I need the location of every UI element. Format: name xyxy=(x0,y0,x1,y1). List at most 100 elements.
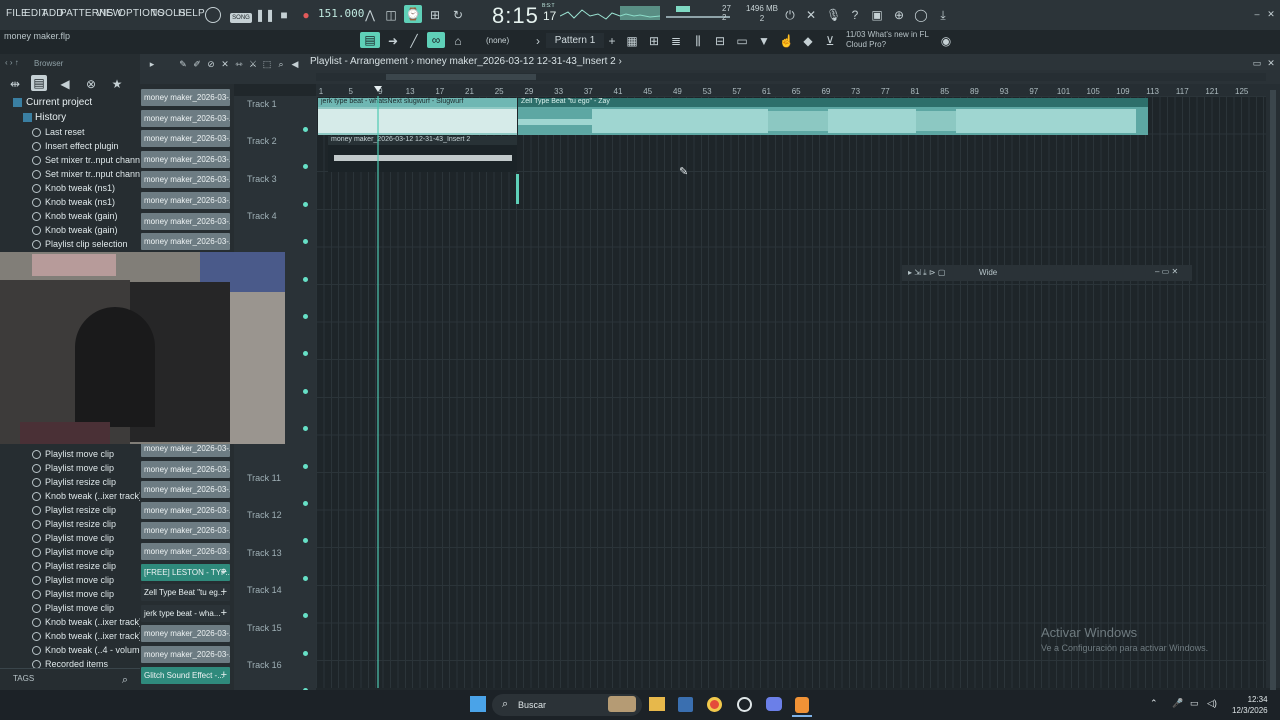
file-icon[interactable]: ▭ xyxy=(735,34,749,48)
draw-tool-icon[interactable]: ╱ xyxy=(407,34,421,48)
track-mute-led[interactable] xyxy=(303,501,308,506)
browser-icon[interactable]: ⊟ xyxy=(713,34,727,48)
playlist-menu-icon[interactable]: ▸ xyxy=(145,57,159,71)
picker-clip-item[interactable]: money maker_2026-03-... xyxy=(141,625,230,643)
discord-icon[interactable] xyxy=(766,697,782,711)
metronome-icon[interactable]: ⋀ xyxy=(363,8,377,22)
add-clip-icon[interactable]: + xyxy=(221,667,227,684)
history-item[interactable]: Playlist resize clip xyxy=(45,561,116,571)
track-mute-led[interactable] xyxy=(303,201,308,207)
playlist-close-icon[interactable]: ✕ xyxy=(1264,56,1278,70)
playback-tool-icon[interactable]: ◀ xyxy=(288,57,302,71)
tempo-tap-icon[interactable]: ◆ xyxy=(801,34,815,48)
step-edit-icon[interactable]: ⊞ xyxy=(428,8,442,22)
browser-star-icon[interactable]: ★ xyxy=(110,77,124,91)
plugin-icon[interactable]: ⊕ xyxy=(892,8,906,22)
audio-clip[interactable]: jerk type beat - whatsNext slugwurf - Sl… xyxy=(318,98,517,135)
steam-icon[interactable] xyxy=(737,697,752,712)
save-icon[interactable]: ▣ xyxy=(870,8,884,22)
picker-clip-item[interactable]: [FREE] LESTON - TYP... + xyxy=(141,563,230,581)
record-icon[interactable]: ● xyxy=(299,8,313,22)
mute-tool-icon[interactable]: ✕ xyxy=(218,57,232,71)
touch-icon[interactable]: ☝ xyxy=(779,34,794,48)
pattern-prev-icon[interactable]: › xyxy=(531,34,545,48)
news-panel[interactable]: 11/03 What's new in FL Cloud Pro? xyxy=(846,30,929,50)
song-position-clock[interactable]: 8:15 xyxy=(492,3,539,29)
zoom-tool-icon[interactable]: ⌕ xyxy=(274,57,288,71)
add-clip-icon[interactable]: + xyxy=(221,564,227,581)
microphone-icon[interactable]: 🎙 xyxy=(826,8,841,22)
picker-clip-item[interactable]: money maker_2026-03-... xyxy=(141,130,230,148)
track-name[interactable]: Track 13 xyxy=(247,548,282,558)
globe-icon[interactable]: ◉ xyxy=(939,34,953,48)
add-pattern-icon[interactable]: + xyxy=(605,34,619,48)
history-item[interactable]: Knob tweak (gain) xyxy=(45,225,118,235)
history-item[interactable]: Playlist resize clip xyxy=(45,505,116,515)
chrome-icon[interactable] xyxy=(707,697,722,712)
history-item[interactable]: Knob tweak (..4 - volume) xyxy=(45,645,148,655)
history-item[interactable]: Playlist move clip xyxy=(45,603,114,613)
picker-clip-item[interactable]: money maker_2026-03-... xyxy=(141,150,230,168)
history-item[interactable]: Knob tweak (gain) xyxy=(45,211,118,221)
add-clip-icon[interactable]: + xyxy=(221,584,227,601)
history-item[interactable]: Set mixer tr..nput channel xyxy=(45,155,147,165)
mixer-icon[interactable]: ⫼ xyxy=(691,34,705,48)
vertical-scroll-thumb[interactable] xyxy=(1270,90,1276,690)
plugin-window-bar[interactable] xyxy=(902,265,1192,281)
playlist-icon[interactable]: ≣ xyxy=(669,34,683,48)
snap-selector[interactable]: (none) xyxy=(486,36,509,45)
mixer-link-icon[interactable]: ✕ xyxy=(804,8,818,22)
track-mute-led[interactable] xyxy=(303,575,308,581)
help-icon[interactable]: ? xyxy=(848,8,862,22)
history-item[interactable]: Insert effect plugin xyxy=(45,141,118,151)
pencil-tool-icon[interactable]: ✎ xyxy=(176,57,190,71)
brush-tool-icon[interactable]: ✐ xyxy=(190,57,204,71)
browser-plugin-icon[interactable]: ⊗ xyxy=(84,77,98,91)
audio-clip[interactable]: Zell Type Beat "tu ego" - Zay xyxy=(518,98,1148,135)
network-icon[interactable]: ▭ xyxy=(1190,698,1199,709)
download-icon[interactable]: ⤓ xyxy=(936,8,950,22)
delete-tool-icon[interactable]: ⊘ xyxy=(204,57,218,71)
playlist-maximize-icon[interactable]: ▭ xyxy=(1250,56,1264,70)
widgets-icon[interactable] xyxy=(608,696,636,712)
track-mute-led[interactable] xyxy=(303,463,308,469)
countdown-icon[interactable]: ⌚ xyxy=(404,5,422,23)
playlist-view-icon[interactable]: ▤ xyxy=(360,32,380,48)
picker-clip-item[interactable]: money maker_2026-03-... xyxy=(141,89,230,106)
history-item[interactable]: Playlist resize clip xyxy=(45,477,116,487)
history-item[interactable]: Playlist move clip xyxy=(45,449,114,459)
loop-record-icon[interactable]: ↻ xyxy=(451,8,465,22)
picker-clip-item[interactable]: money maker_2026-03-... xyxy=(141,171,230,189)
history-item[interactable]: Playlist resize clip xyxy=(45,519,116,529)
stop-icon[interactable]: ■ xyxy=(277,8,291,22)
picker-clip-item[interactable]: Zell Type Beat "tu eg... + xyxy=(141,584,230,602)
tray-chevron-icon[interactable]: ⌃ xyxy=(1150,698,1158,709)
cpu-icon[interactable]: ⏻ xyxy=(783,8,797,22)
pause-icon[interactable]: ❚❚ xyxy=(255,8,275,22)
channel-rack-icon[interactable]: ▦ xyxy=(625,34,639,48)
history-item[interactable]: Knob tweak (..ixer track) xyxy=(45,631,142,641)
track-name[interactable]: Track 15 xyxy=(247,623,282,633)
track-name[interactable]: Track 2 xyxy=(247,136,277,146)
history-item[interactable]: Playlist clip selection xyxy=(45,239,128,249)
history-item[interactable]: Knob tweak (..ixer track) xyxy=(45,491,142,501)
chat-icon[interactable]: ◯ xyxy=(914,8,928,22)
select-tool-icon[interactable]: ⬚ xyxy=(260,57,274,71)
picker-clip-item[interactable]: money maker_2026-03-... xyxy=(141,481,230,499)
track-mute-led[interactable] xyxy=(303,276,308,282)
master-pitch-slider[interactable] xyxy=(666,16,730,18)
start-icon[interactable] xyxy=(470,696,486,712)
pattern-song-toggle[interactable] xyxy=(205,7,221,23)
picker-clip-item[interactable]: money maker_2026-03-... xyxy=(141,212,230,230)
file-explorer-icon[interactable] xyxy=(649,697,665,711)
add-clip-icon[interactable]: + xyxy=(221,605,227,622)
taskbar-clock[interactable]: 12:34 12/3/2026 xyxy=(1232,694,1268,716)
track-mute-led[interactable] xyxy=(303,127,308,132)
history-item[interactable]: Playlist move clip xyxy=(45,463,114,473)
picker-clip-item[interactable]: Glitch Sound Effect -... + xyxy=(141,666,230,684)
cart-icon[interactable]: ⊻ xyxy=(823,34,837,48)
microphone-tray-icon[interactable]: 🎤 xyxy=(1172,698,1183,709)
wait-input-icon[interactable]: ◫ xyxy=(384,8,398,22)
track-name[interactable]: Track 1 xyxy=(247,99,277,109)
horizontal-scrollbar[interactable] xyxy=(316,73,1266,81)
